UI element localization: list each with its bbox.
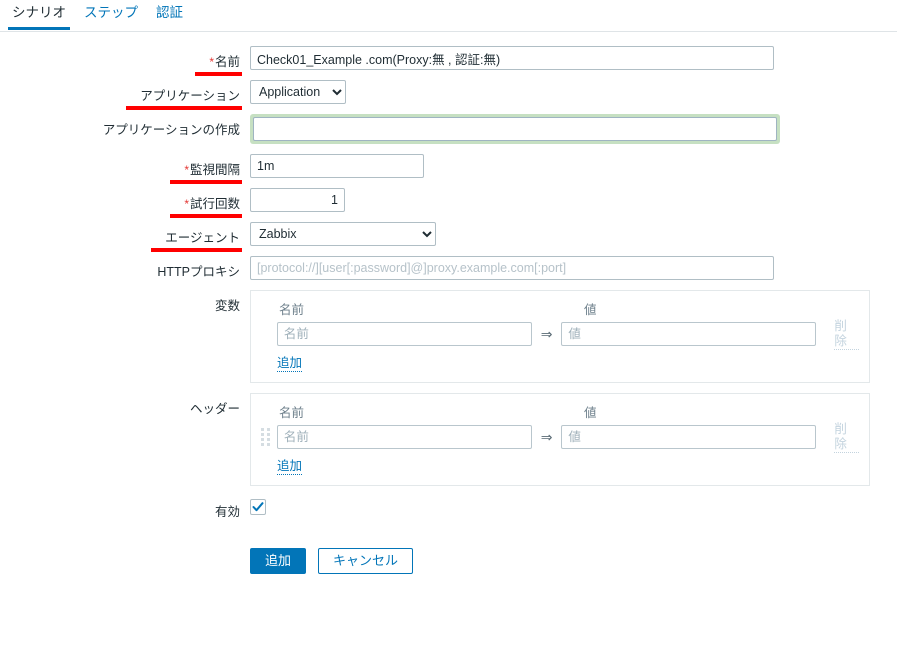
label-name: *名前 (0, 46, 250, 76)
variable-add-link[interactable]: 追加 (277, 356, 303, 372)
label-enabled: 有効 (0, 496, 250, 520)
attempts-input[interactable] (250, 188, 345, 212)
label-http-proxy: HTTPプロキシ (0, 256, 250, 280)
tab-steps[interactable]: ステップ (80, 0, 152, 30)
headers-col-name: 名前 (279, 406, 305, 420)
tab-scenario[interactable]: シナリオ (8, 0, 80, 30)
variable-remove-link[interactable]: 削除 (834, 319, 860, 350)
headers-column-headers: 名前 値 (261, 402, 859, 424)
row-interval: *監視間隔 (0, 154, 897, 184)
agent-select[interactable]: Zabbix (250, 222, 436, 246)
variable-name-input[interactable] (276, 322, 532, 346)
arrow-right-icon: ⇒ (540, 325, 553, 342)
application-select[interactable]: Application (250, 80, 346, 104)
label-variables: 変数 (0, 290, 250, 314)
label-variables-text: 変数 (214, 299, 240, 313)
header-add-link[interactable]: 追加 (277, 459, 303, 475)
headers-row: ⇒ 削除 (261, 422, 860, 453)
row-new-application: アプリケーションの作成 (0, 114, 897, 144)
check-icon (252, 502, 264, 512)
headers-panel: 名前 値 ⇒ 削除 追加 (250, 393, 870, 486)
variables-col-name: 名前 (279, 303, 305, 317)
row-enabled: 有効 (0, 496, 897, 520)
label-interval: *監視間隔 (0, 154, 250, 184)
label-enabled-text: 有効 (214, 505, 240, 519)
variables-column-headers: 名前 値 (261, 299, 859, 321)
tab-authentication-label: 認証 (156, 5, 183, 20)
row-application: アプリケーション Application (0, 80, 897, 110)
variables-col-value: 値 (584, 303, 597, 317)
http-proxy-input[interactable] (250, 256, 774, 280)
label-new-application: アプリケーションの作成 (0, 114, 250, 138)
label-interval-text: 監視間隔 (189, 163, 240, 177)
row-variables: 変数 名前 値 ⇒ 削除 追加 (0, 290, 897, 383)
name-input[interactable] (250, 46, 774, 70)
required-marker-interval: * (184, 163, 189, 177)
label-new-application-text: アプリケーションの作成 (102, 123, 240, 137)
tab-bar: シナリオ ステップ 認証 (0, 0, 897, 32)
label-name-text: 名前 (214, 55, 240, 69)
submit-button[interactable]: 追加 (250, 548, 307, 574)
row-attempts: *試行回数 (0, 188, 897, 218)
label-attempts-text: 試行回数 (189, 197, 240, 211)
row-http-proxy: HTTPプロキシ (0, 256, 897, 280)
header-remove-link[interactable]: 削除 (834, 422, 860, 453)
cancel-button[interactable]: キャンセル (318, 548, 414, 574)
row-actions: 追加 キャンセル (0, 530, 897, 574)
tab-scenario-label: シナリオ (12, 5, 66, 20)
label-http-proxy-text: HTTPプロキシ (157, 265, 240, 279)
headers-col-value: 値 (584, 406, 597, 420)
required-marker-name: * (209, 55, 214, 69)
variables-row: ⇒ 削除 (261, 319, 860, 350)
header-value-input[interactable] (561, 425, 817, 449)
new-application-input[interactable] (253, 117, 777, 141)
row-name: *名前 (0, 46, 897, 76)
interval-input[interactable] (250, 154, 424, 178)
label-application: アプリケーション (0, 80, 250, 110)
header-name-input[interactable] (276, 425, 532, 449)
label-attempts: *試行回数 (0, 188, 250, 218)
label-headers-text: ヘッダー (189, 402, 240, 416)
arrow-right-icon: ⇒ (540, 428, 553, 445)
label-agent-text: エージェント (165, 231, 240, 245)
drag-handle-icon[interactable] (261, 428, 273, 446)
drag-handle-icon (261, 325, 273, 343)
new-application-focus-ring (250, 114, 780, 144)
web-scenario-form: *名前 アプリケーション Application アプリケーションの作成 (0, 32, 897, 574)
form-actions: 追加 キャンセル (250, 548, 897, 574)
enabled-checkbox[interactable] (250, 499, 266, 515)
required-marker-attempts: * (184, 197, 189, 211)
row-headers: ヘッダー 名前 値 ⇒ 削除 追加 (0, 393, 897, 486)
label-agent: エージェント (0, 222, 250, 252)
label-headers: ヘッダー (0, 393, 250, 417)
variable-value-input[interactable] (561, 322, 817, 346)
variables-panel: 名前 値 ⇒ 削除 追加 (250, 290, 870, 383)
label-application-text: アプリケーション (140, 89, 240, 103)
tab-steps-label: ステップ (84, 5, 138, 20)
row-agent: エージェント Zabbix (0, 222, 897, 252)
tab-authentication[interactable]: 認証 (152, 0, 197, 30)
